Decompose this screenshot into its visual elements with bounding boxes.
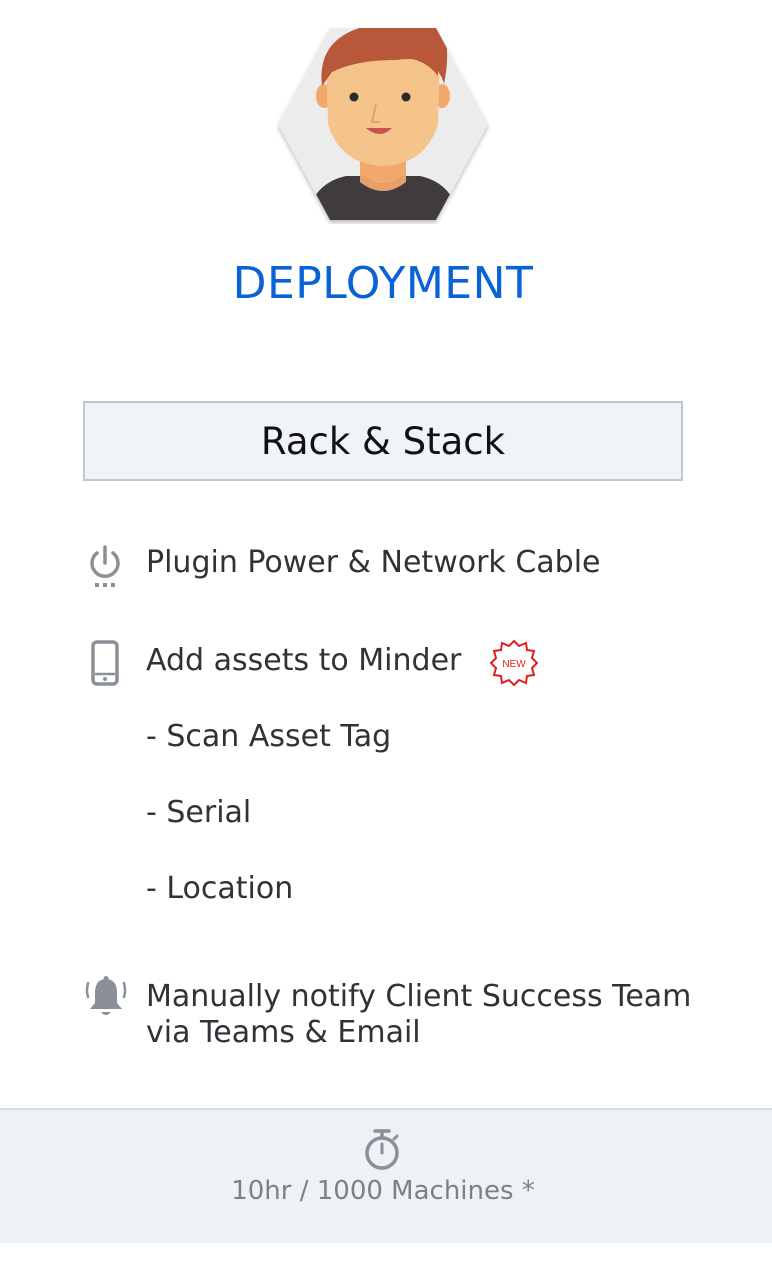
stage-label: Rack & Stack xyxy=(260,419,506,463)
badge-label: NEW xyxy=(502,659,526,670)
step-notify-line1: Manually notify Client Success Team xyxy=(146,979,692,1014)
page-title: DEPLOYMENT xyxy=(232,258,534,309)
deployment-card: DEPLOYMENT Rack & Stack Plugin Power & N… xyxy=(0,0,772,1287)
bell-icon xyxy=(85,976,127,1015)
step-add-assets: Add assets to Minder xyxy=(146,643,462,678)
substep-serial: - Serial xyxy=(146,795,252,830)
time-estimate: 10hr / 1000 Machines * xyxy=(231,1176,535,1206)
stage-heading: Rack & Stack xyxy=(83,401,683,481)
step-notify-line2: via Teams & Email xyxy=(146,1015,421,1050)
mobile-phone-icon xyxy=(91,640,119,686)
avatar xyxy=(278,28,488,220)
stopwatch-icon xyxy=(365,1129,399,1170)
substep-scan-asset-tag: - Scan Asset Tag xyxy=(146,719,392,754)
step-plugin-power: Plugin Power & Network Cable xyxy=(146,545,601,580)
power-icon xyxy=(90,545,120,587)
new-badge: NEW xyxy=(489,639,539,687)
substep-location: - Location xyxy=(146,871,294,906)
